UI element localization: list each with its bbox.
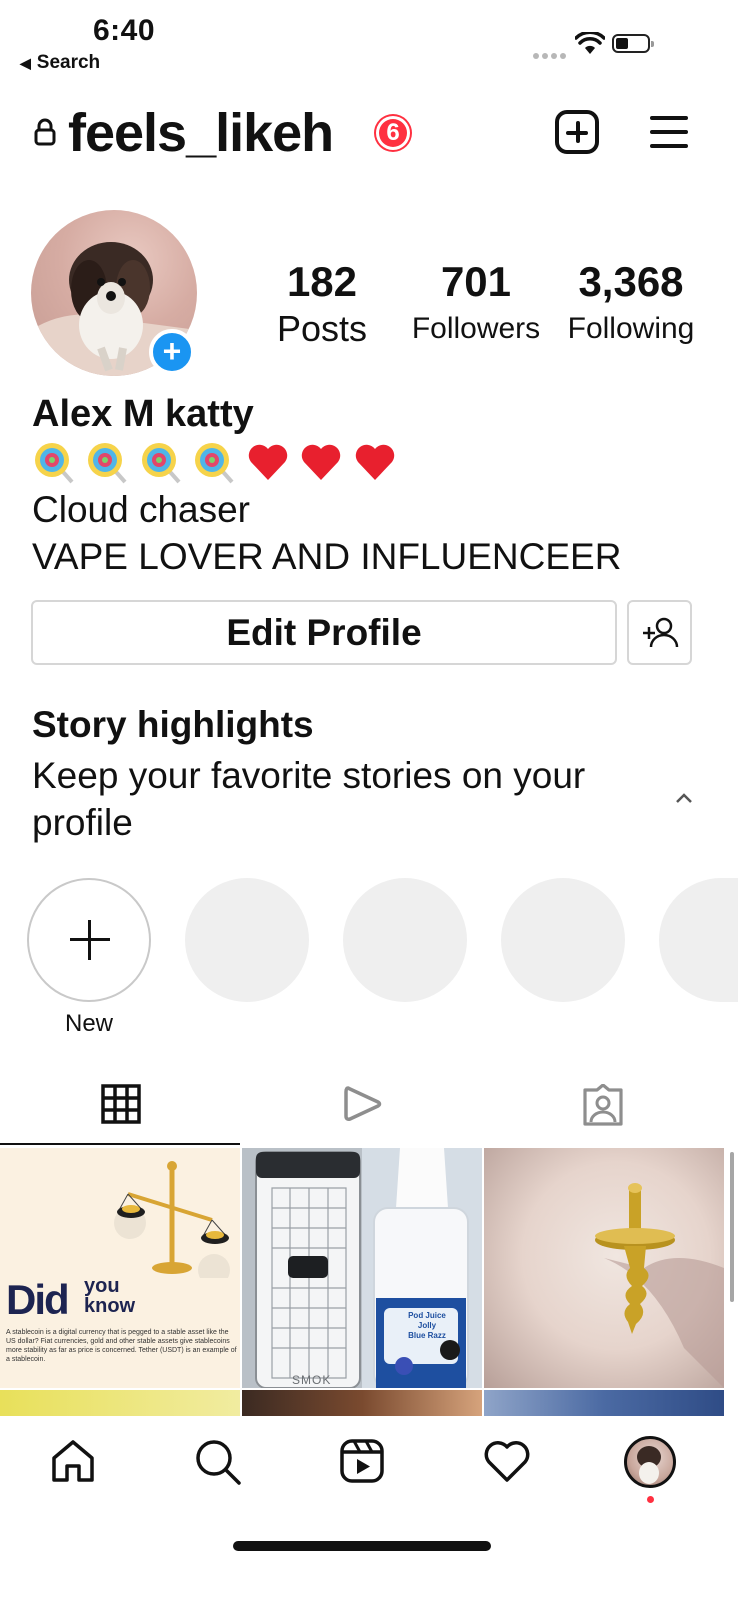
signal-icon bbox=[533, 46, 569, 64]
home-icon[interactable] bbox=[50, 1438, 96, 1484]
highlight-placeholder bbox=[501, 878, 625, 1002]
followers-count[interactable]: 701 Followers bbox=[400, 258, 552, 346]
tab-grid[interactable] bbox=[0, 1064, 240, 1146]
create-post-button[interactable] bbox=[555, 110, 599, 154]
post-thumbnail[interactable] bbox=[484, 1390, 724, 1416]
back-arrow-icon: ◀ bbox=[20, 55, 31, 71]
search-icon[interactable] bbox=[194, 1438, 242, 1486]
lollipop-icon bbox=[32, 440, 76, 489]
post-headline: Did bbox=[6, 1276, 70, 1323]
edit-profile-button[interactable]: Edit Profile bbox=[31, 600, 617, 665]
activity-dot bbox=[647, 1496, 654, 1503]
menu-button[interactable] bbox=[650, 114, 690, 150]
play-icon bbox=[344, 1086, 382, 1121]
active-tab-indicator bbox=[0, 1143, 240, 1145]
lock-icon bbox=[34, 118, 56, 146]
avatar-thumbnail bbox=[637, 1446, 661, 1484]
following-value: 3,368 bbox=[578, 258, 684, 305]
tab-reels[interactable] bbox=[242, 1064, 482, 1146]
status-bar: 6:40 ◀ Search bbox=[0, 0, 738, 86]
add-story-button[interactable]: + bbox=[149, 329, 195, 375]
bottom-navigation bbox=[0, 1416, 738, 1600]
gold-tool-photo bbox=[595, 1183, 724, 1388]
home-indicator[interactable] bbox=[233, 1541, 491, 1551]
post-thumbnail[interactable] bbox=[484, 1148, 724, 1388]
profile-tabs bbox=[0, 1064, 738, 1146]
following-count[interactable]: 3,368 Following bbox=[556, 258, 706, 346]
tab-tagged[interactable] bbox=[484, 1064, 724, 1146]
new-highlight-label: New bbox=[64, 1010, 113, 1037]
followers-label: Followers bbox=[411, 312, 541, 345]
highlight-placeholder bbox=[659, 878, 738, 1002]
post-headline-small: you know bbox=[84, 1275, 136, 1317]
posts-value: 182 bbox=[286, 258, 358, 305]
new-highlight-button[interactable] bbox=[27, 878, 151, 1002]
bottle-label: Pod Juice Jolly Blue Razz bbox=[408, 1311, 446, 1340]
tagged-person-icon bbox=[583, 1084, 623, 1126]
lollipop-icon bbox=[139, 440, 183, 489]
bio-line: VAPE LOVER AND INFLUENCEER bbox=[32, 536, 622, 577]
post-thumbnail[interactable] bbox=[0, 1390, 240, 1416]
post-thumbnail[interactable]: SMOK Pod Juice Jolly Blue Razz bbox=[242, 1148, 482, 1388]
lollipop-icon bbox=[85, 440, 129, 489]
post-thumbnail[interactable] bbox=[242, 1390, 482, 1416]
scale-illustration bbox=[0, 1148, 240, 1278]
post-body-text: A stablecoin is a digital currency that … bbox=[6, 1329, 237, 1363]
heart-emoji-icon bbox=[299, 440, 343, 489]
highlight-placeholder bbox=[343, 878, 467, 1002]
notification-badge[interactable]: 6 bbox=[376, 116, 410, 150]
heart-icon[interactable] bbox=[483, 1438, 531, 1484]
highlights-title: Story highlights bbox=[32, 704, 314, 745]
profile-avatar-container[interactable]: + bbox=[31, 210, 197, 376]
post-thumbnail[interactable]: Did you know A stablecoin is a digital cu… bbox=[0, 1148, 240, 1388]
followers-value: 701 bbox=[440, 258, 512, 305]
heart-emoji-icon bbox=[353, 440, 397, 489]
wifi-icon bbox=[575, 32, 605, 54]
brand-label: SMOK bbox=[292, 1373, 332, 1387]
highlights-description: Keep your favorite stories on your profi… bbox=[32, 755, 586, 843]
battery-icon bbox=[612, 34, 654, 53]
profile-avatar-tab[interactable] bbox=[624, 1436, 676, 1488]
add-person-icon bbox=[643, 617, 679, 648]
posts-label: Posts bbox=[276, 308, 368, 349]
following-label: Following bbox=[567, 312, 695, 345]
display-name: Alex M katty bbox=[32, 393, 254, 435]
posts-count: 182 Posts bbox=[262, 258, 382, 350]
status-time: 6:40 bbox=[93, 14, 156, 47]
account-username[interactable]: feels_likeh bbox=[68, 102, 334, 164]
heart-emoji-icon bbox=[246, 440, 290, 489]
vape-product-photo bbox=[242, 1148, 482, 1388]
lollipop-icon bbox=[192, 440, 236, 489]
reels-icon[interactable] bbox=[339, 1438, 385, 1484]
highlight-placeholder bbox=[185, 878, 309, 1002]
discover-people-button[interactable] bbox=[627, 600, 692, 665]
back-to-search-link[interactable]: ◀ Search bbox=[20, 52, 100, 74]
profile-header: feels_likeh 6 bbox=[0, 96, 738, 176]
bio-emoji-line bbox=[32, 440, 402, 484]
grid-icon bbox=[101, 1084, 141, 1124]
back-label: Search bbox=[36, 52, 101, 73]
bio-line: Cloud chaser bbox=[32, 489, 251, 530]
scrollbar[interactable] bbox=[730, 1152, 734, 1302]
chevron-up-icon[interactable] bbox=[673, 790, 695, 806]
